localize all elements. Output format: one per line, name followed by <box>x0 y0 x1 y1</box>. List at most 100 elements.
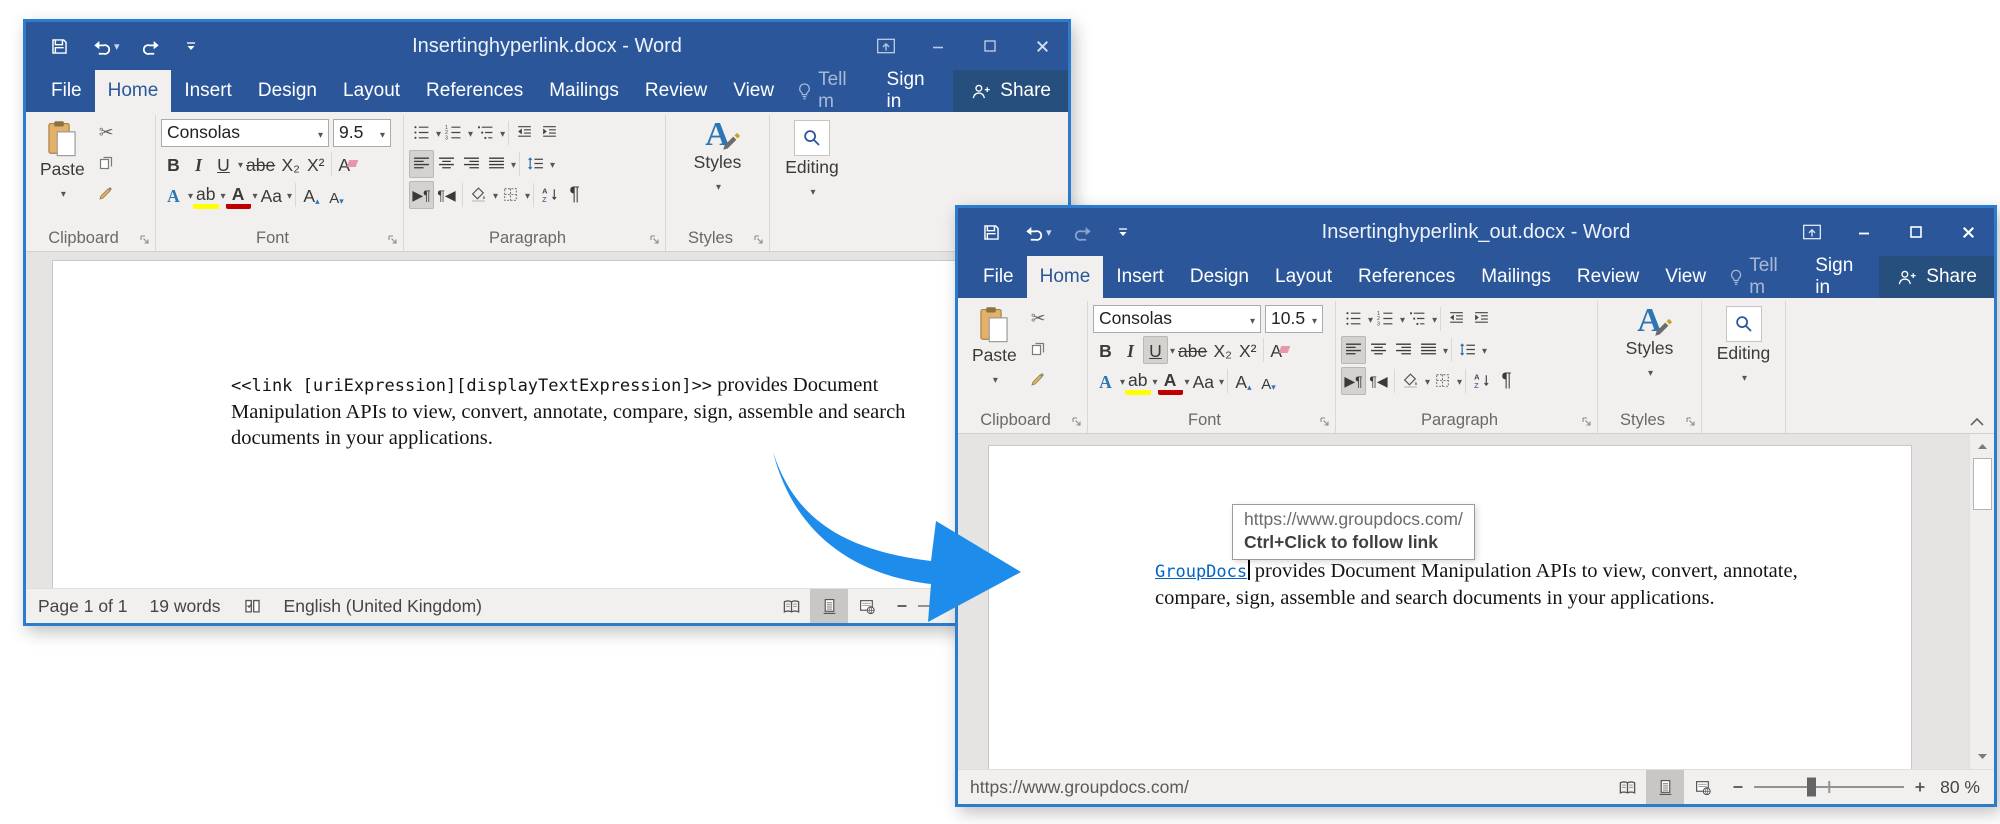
line-spacing-button[interactable] <box>523 150 548 178</box>
show-formatting-marks-button[interactable]: ¶ <box>1494 367 1519 395</box>
text-highlight-button[interactable]: ab <box>1125 367 1150 395</box>
tab-home[interactable]: Home <box>95 70 172 112</box>
copy-button[interactable] <box>94 149 119 177</box>
minimize-button[interactable] <box>1838 208 1890 256</box>
paste-button[interactable]: Paste <box>31 117 94 207</box>
tab-mailings[interactable]: Mailings <box>1468 256 1564 298</box>
superscript-button[interactable]: X² <box>1235 336 1260 364</box>
text-highlight-button[interactable]: ab <box>193 181 218 209</box>
undo-button[interactable]: ▾ <box>1023 224 1052 241</box>
superscript-button[interactable]: X² <box>303 150 328 178</box>
strikethrough-button[interactable]: abe <box>1175 336 1210 364</box>
print-layout-button[interactable] <box>810 589 848 623</box>
read-mode-button[interactable] <box>1608 770 1646 804</box>
text-effects-caret[interactable] <box>186 186 193 204</box>
justify-button[interactable] <box>1416 336 1441 364</box>
proofing-status-icon[interactable] <box>243 597 262 616</box>
collapse-ribbon-button[interactable] <box>1969 416 1985 427</box>
font-color-caret[interactable] <box>1183 372 1190 390</box>
multilevel-list-caret[interactable] <box>498 124 505 142</box>
tab-home[interactable]: Home <box>1027 256 1104 298</box>
line-spacing-caret[interactable] <box>548 155 555 173</box>
font-color-caret[interactable] <box>251 186 258 204</box>
styles-caret[interactable] <box>1646 360 1653 381</box>
customize-qat-button[interactable] <box>1116 225 1130 239</box>
text-effects-button[interactable]: A <box>161 181 186 209</box>
save-button[interactable] <box>50 37 69 56</box>
styles-dialog-launcher[interactable] <box>753 234 765 246</box>
increase-indent-button[interactable] <box>537 119 562 147</box>
tab-references[interactable]: References <box>413 70 536 112</box>
line-spacing-caret[interactable] <box>1480 341 1487 359</box>
subscript-button[interactable]: X₂ <box>278 150 303 178</box>
clipboard-dialog-launcher[interactable] <box>139 234 151 246</box>
web-layout-button[interactable] <box>848 589 886 623</box>
bullets-caret[interactable] <box>1366 310 1373 328</box>
format-painter-button[interactable] <box>1026 365 1051 393</box>
scrollbar-thumb[interactable] <box>1973 458 1992 510</box>
increase-indent-button[interactable] <box>1469 305 1494 333</box>
font-size-caret[interactable] <box>378 122 385 143</box>
paragraph-dialog-launcher[interactable] <box>1581 416 1593 428</box>
web-layout-button[interactable] <box>1684 770 1722 804</box>
font-size-combo[interactable]: 10.5 <box>1265 305 1323 333</box>
sort-button[interactable]: AZ <box>1469 367 1494 395</box>
styles-dialog-launcher[interactable] <box>1685 416 1697 428</box>
grow-font-button[interactable]: A <box>1231 367 1256 395</box>
font-name-caret[interactable] <box>316 122 323 143</box>
borders-button[interactable] <box>1430 367 1455 395</box>
numbering-button[interactable]: 123 <box>1373 305 1398 333</box>
zoom-level[interactable]: 80 % <box>1936 770 1994 804</box>
shrink-font-button[interactable]: A <box>324 181 349 209</box>
align-right-button[interactable] <box>1391 336 1416 364</box>
styles-button[interactable]: A Styles <box>671 117 764 195</box>
ltr-text-direction-button[interactable]: ▶¶ <box>1341 367 1366 395</box>
justify-button[interactable] <box>484 150 509 178</box>
change-case-caret[interactable] <box>1217 372 1224 390</box>
rtl-text-direction-button[interactable]: ¶◀ <box>434 181 459 209</box>
align-right-button[interactable] <box>459 150 484 178</box>
shading-caret[interactable] <box>1423 372 1430 390</box>
multilevel-list-caret[interactable] <box>1430 310 1437 328</box>
decrease-indent-button[interactable] <box>512 119 537 147</box>
zoom-slider-thumb[interactable] <box>1807 778 1816 797</box>
close-button[interactable] <box>1942 208 1994 256</box>
bullets-button[interactable] <box>1341 305 1366 333</box>
tab-file[interactable]: File <box>38 70 95 112</box>
highlight-caret[interactable] <box>1151 372 1158 390</box>
tell-me-button[interactable]: Tell m <box>1719 256 1803 298</box>
maximize-button[interactable] <box>964 22 1016 70</box>
font-color-button[interactable]: A <box>226 181 251 209</box>
ribbon-display-options-button[interactable] <box>1786 208 1838 256</box>
zoom-out-button[interactable] <box>1722 770 1754 804</box>
vertical-scrollbar[interactable] <box>1969 434 1994 769</box>
paragraph-dialog-launcher[interactable] <box>649 234 661 246</box>
shading-button[interactable] <box>466 181 491 209</box>
change-case-button[interactable]: Aa <box>258 181 285 209</box>
shading-caret[interactable] <box>491 186 498 204</box>
numbering-caret[interactable] <box>1398 310 1405 328</box>
font-dialog-launcher[interactable] <box>1319 416 1331 428</box>
customize-qat-button[interactable] <box>184 39 198 53</box>
font-name-combo[interactable]: Consolas <box>161 119 329 147</box>
line-spacing-button[interactable] <box>1455 336 1480 364</box>
redo-button[interactable] <box>142 38 162 55</box>
page-indicator[interactable]: Page 1 of 1 <box>38 596 128 617</box>
editing-button[interactable]: Editing <box>1707 303 1780 386</box>
borders-caret[interactable] <box>1455 372 1462 390</box>
editing-button[interactable]: Editing <box>775 117 849 200</box>
bullets-caret[interactable] <box>434 124 441 142</box>
font-name-caret[interactable] <box>1248 308 1255 329</box>
read-mode-button[interactable] <box>772 589 810 623</box>
styles-caret[interactable] <box>714 174 721 195</box>
font-color-button[interactable]: A <box>1158 367 1183 395</box>
align-left-button[interactable] <box>1341 336 1366 364</box>
tab-references[interactable]: References <box>1345 256 1468 298</box>
clear-formatting-button[interactable]: A <box>1267 336 1292 364</box>
sign-in-button[interactable]: Sign in <box>1803 256 1879 298</box>
tab-layout[interactable]: Layout <box>1262 256 1345 298</box>
zoom-slider[interactable] <box>1754 770 1904 804</box>
document-paragraph[interactable]: <<link [uriExpression][displayTextExpres… <box>231 372 921 451</box>
numbering-button[interactable]: 123 <box>441 119 466 147</box>
close-button[interactable] <box>1016 22 1068 70</box>
